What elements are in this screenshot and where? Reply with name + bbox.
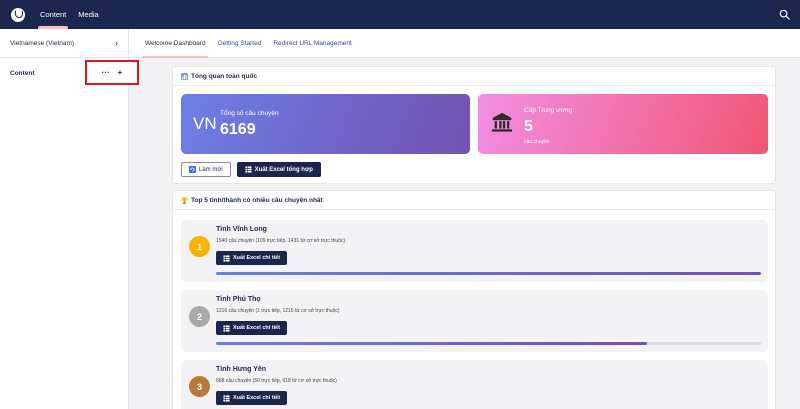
province-stories-desc: 1216 câu chuyện (1 trực tiếp, 1215 từ cơ…: [216, 308, 340, 314]
country-abbr: VN: [193, 114, 217, 133]
sidebar: Vietnamese (Vietnam) › Content ··· +: [0, 29, 139, 409]
stories-progress-fill: [216, 272, 761, 275]
rank-medal: 1: [189, 236, 210, 257]
bank-building-icon: [491, 112, 513, 132]
more-actions-button[interactable]: ···: [102, 68, 110, 77]
bar-chart-icon: [181, 72, 188, 80]
top5-card: Top 5 tỉnh/thành có nhiều câu chuyện nhấ…: [172, 190, 776, 409]
language-label: Vietnamese (Vietnam): [10, 39, 75, 47]
trophy-icon: [181, 196, 188, 204]
rank-medal: 2: [189, 306, 210, 327]
top5-title: Top 5 tỉnh/thành có nhiều câu chuyện nhấ…: [173, 191, 775, 210]
top5-item: 1 Tỉnh Vĩnh Long 1540 câu chuyện (109 tr…: [181, 220, 768, 282]
spreadsheet-icon: [223, 394, 230, 402]
refresh-button[interactable]: Làm mới: [181, 162, 231, 177]
tree-actions-highlight: ··· +: [85, 60, 139, 85]
top-navigation: Content Media: [34, 0, 105, 29]
province-name: Tỉnh Phú Thọ: [216, 296, 261, 303]
total-stories-stat: VN Tổng số câu chuyện 6169: [181, 94, 470, 154]
umbraco-logo-icon[interactable]: [11, 7, 25, 22]
refresh-icon: [189, 166, 196, 173]
stories-progress-bar: [216, 272, 761, 275]
province-name: Tỉnh Vĩnh Long: [216, 226, 267, 233]
rank-medal: 3: [189, 376, 210, 397]
central-level-unit: câu chuyện: [524, 139, 550, 145]
overview-title: Tổng quan toàn quốc: [173, 67, 775, 86]
export-all-excel-button[interactable]: Xuất Excel tổng hợp: [236, 162, 321, 177]
export-detail-excel-button[interactable]: Xuất Excel chi tiết: [216, 321, 288, 335]
tree-item-content[interactable]: Content ··· +: [0, 58, 139, 88]
nav-media[interactable]: Media: [72, 0, 104, 29]
total-stories-label: Tổng số câu chuyện: [220, 110, 279, 117]
tree-item-label: Content: [10, 69, 35, 77]
overview-actions: Làm mới Xuất Excel tổng hợp: [181, 162, 321, 177]
province-name: Tỉnh Hưng Yên: [216, 366, 267, 373]
spreadsheet-icon: [223, 324, 230, 332]
total-stories-value: 6169: [220, 121, 256, 138]
province-stories-desc: 1540 câu chuyện (109 trực tiếp, 1431 từ …: [216, 238, 346, 244]
stories-progress-fill: [216, 342, 647, 345]
add-content-button[interactable]: +: [118, 68, 123, 77]
export-detail-excel-button[interactable]: Xuất Excel chi tiết: [216, 391, 288, 405]
tab-redirect-url-management[interactable]: Redirect URL Management: [267, 29, 358, 58]
central-level-stat: Cấp Trung ương 5 câu chuyện: [478, 94, 768, 154]
overview-card: Tổng quan toàn quốc VN Tổng số câu chuyệ…: [172, 66, 776, 184]
language-selector[interactable]: Vietnamese (Vietnam) ›: [0, 29, 128, 58]
nav-content[interactable]: Content: [34, 0, 72, 29]
search-icon[interactable]: [779, 9, 790, 20]
spreadsheet-icon: [223, 254, 230, 262]
tab-getting-started[interactable]: Getting Started: [212, 29, 268, 58]
top-header: Content Media: [0, 0, 800, 29]
export-detail-excel-button[interactable]: Xuất Excel chi tiết: [216, 251, 288, 265]
tab-welcome-dashboard[interactable]: Welcome Dashboard: [139, 29, 212, 58]
province-stories-desc: 668 câu chuyện (50 trực tiếp, 618 từ cơ …: [216, 378, 337, 384]
dashboard-tabs: Welcome Dashboard Getting Started Redire…: [129, 29, 800, 58]
central-level-value: 5: [524, 118, 533, 135]
central-level-label: Cấp Trung ương: [524, 107, 573, 114]
top5-item: 2 Tỉnh Phú Thọ 1216 câu chuyện (1 trực t…: [181, 290, 768, 352]
spreadsheet-icon: [245, 166, 252, 173]
stories-progress-bar: [216, 342, 761, 345]
chevron-right-icon: ›: [115, 38, 118, 48]
top5-item: 3 Tỉnh Hưng Yên 668 câu chuyện (50 trực …: [181, 360, 768, 409]
